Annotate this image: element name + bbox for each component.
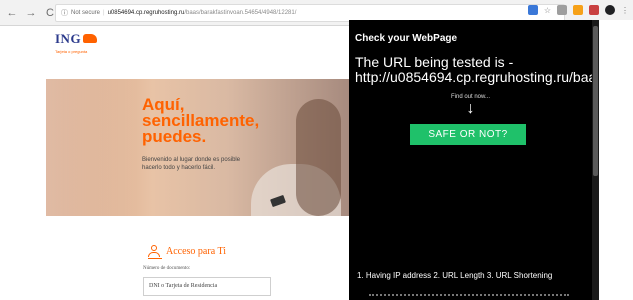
features-list: 1. Having IP address 2. URL Length 3. UR… [357, 271, 553, 280]
profile-avatar[interactable] [605, 5, 615, 15]
popup-title: Check your WebPage [355, 33, 458, 44]
tested-url-line-1: The URL being tested is - [355, 54, 514, 70]
browser-window: ← → C ⓘ Not secure | u0854694.cp.regruho… [0, 0, 633, 300]
safety-extension-icon[interactable] [573, 5, 583, 15]
hero-headline: Aquí, sencillamente, puedes. [142, 96, 259, 146]
access-title: Acceso para Ti [166, 245, 226, 257]
url-path: /baas/barakfastinvoan.54654/4948/12281/ [184, 10, 297, 16]
tested-url-text: The URL being tested is - http://u085469… [355, 55, 596, 85]
security-label: Not secure [71, 10, 101, 16]
arrow-down-icon: ↓ [466, 100, 475, 117]
info-icon[interactable]: ⓘ [61, 8, 68, 18]
back-icon[interactable]: ← [5, 6, 19, 20]
menu-kebab-icon[interactable]: ⋮ [621, 6, 629, 15]
user-icon [148, 245, 160, 257]
toolbar-actions: ☆ ⋮ [527, 5, 629, 15]
access-heading: Acceso para Ti [148, 245, 226, 257]
extension-red-icon[interactable] [589, 5, 599, 15]
translate-icon[interactable] [527, 5, 538, 15]
extension-icon[interactable] [557, 5, 567, 15]
page-right-edge [599, 20, 633, 300]
url-host: u0854694.cp.regruhosting.ru [107, 10, 185, 16]
access-underline [148, 258, 162, 259]
hero-banner: Aquí, sencillamente, puedes. Bienvenido … [46, 79, 350, 216]
hero-line-3: puedes. [142, 127, 207, 146]
star-icon[interactable]: ☆ [544, 6, 551, 15]
safe-or-not-button[interactable]: SAFE OR NOT? [410, 124, 526, 145]
document-label: Número de documento: [143, 266, 191, 271]
clipped-text-row [369, 294, 569, 298]
popup-scrollbar[interactable] [592, 20, 599, 300]
scrollbar-thumb[interactable] [593, 26, 598, 176]
logo-tagline: Tarjeta o pregunta [55, 49, 88, 54]
logo-name: ING [55, 31, 82, 46]
hero-person-hair [296, 99, 341, 216]
omnibox-separator: | [103, 10, 105, 16]
hero-body-text: Bienvenido al lugar donde es posible hac… [142, 157, 241, 171]
lion-icon [83, 34, 98, 44]
webpage-check-popup: Check your WebPage The URL being tested … [349, 20, 599, 300]
ing-logo[interactable]: ING Tarjeta o pregunta [55, 30, 98, 54]
tested-url-line-2: http://u0854694.cp.regruhosting.ru/baa [355, 69, 597, 85]
forward-icon[interactable]: → [24, 6, 38, 20]
hero-glow [46, 79, 136, 216]
document-type-select[interactable]: DNI o Tarjeta de Residencia [143, 277, 271, 296]
